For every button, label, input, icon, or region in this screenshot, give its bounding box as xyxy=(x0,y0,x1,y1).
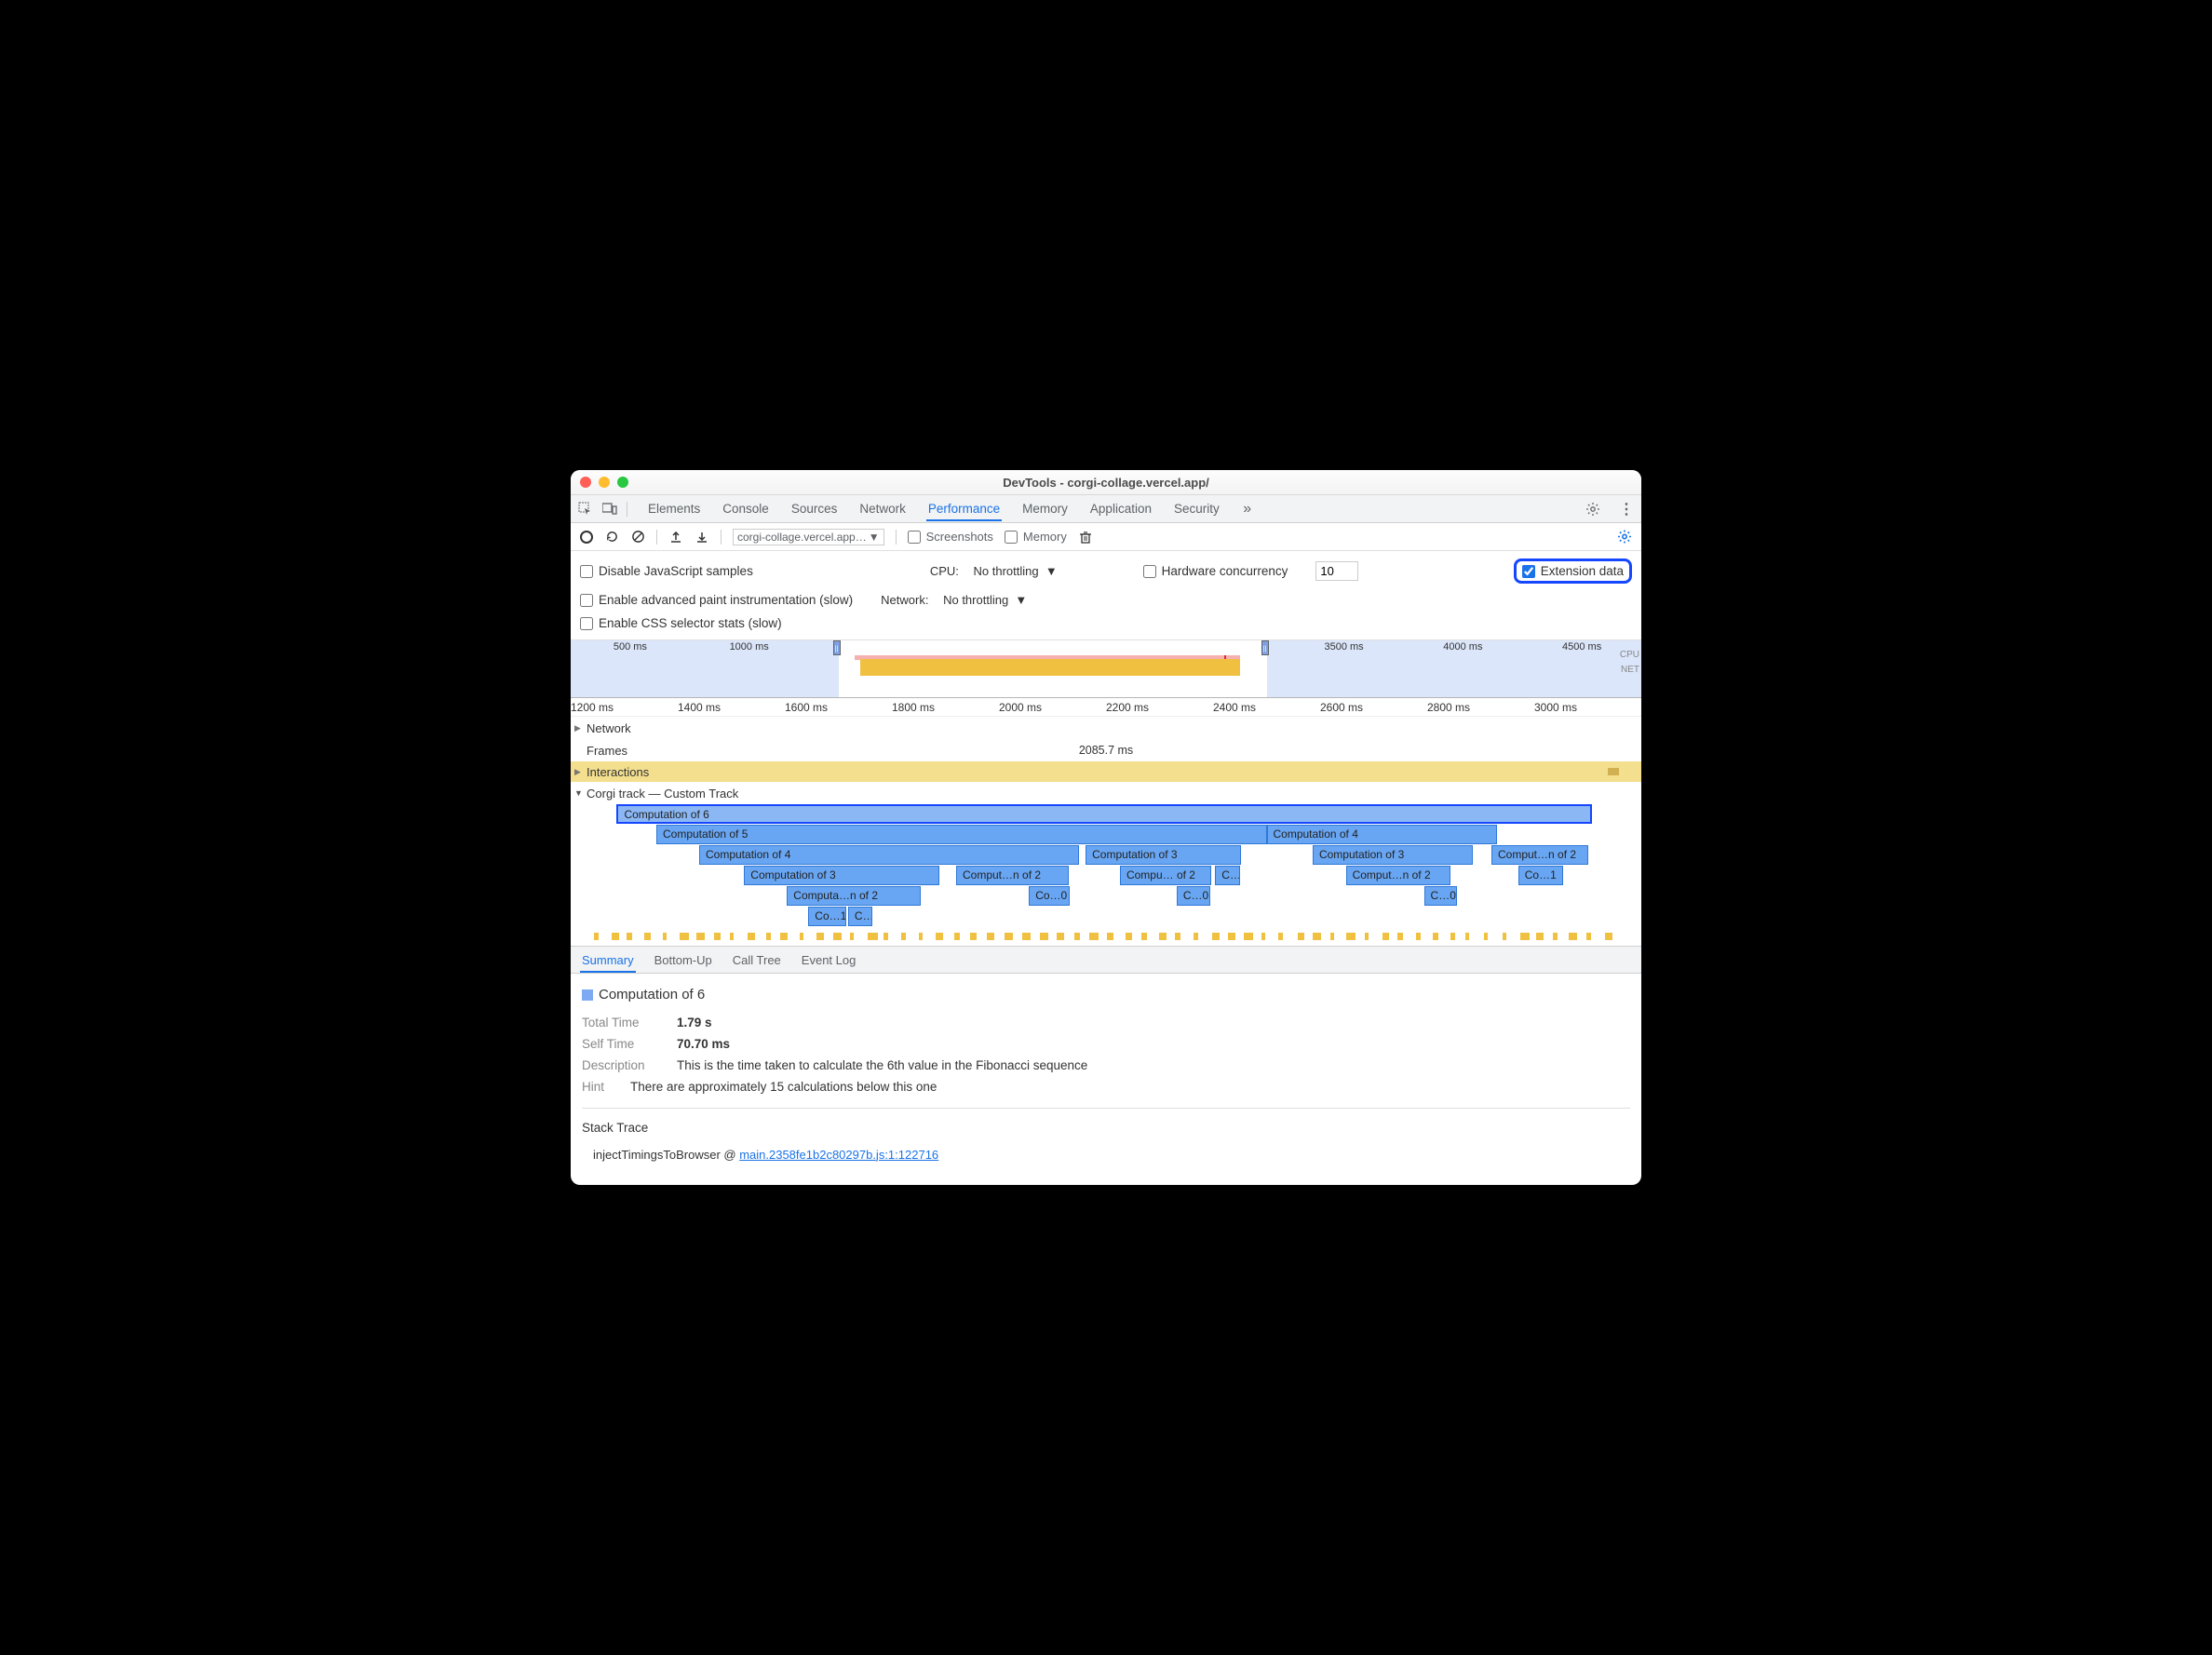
tab-performance[interactable]: Performance xyxy=(926,496,1002,521)
inspect-icon[interactable] xyxy=(578,502,593,517)
flame-entry[interactable]: Co…0 xyxy=(1029,886,1070,906)
tab-elements[interactable]: Elements xyxy=(646,496,702,521)
flame-entry[interactable]: Co…1 xyxy=(1518,866,1563,885)
download-icon[interactable] xyxy=(695,530,709,545)
tab-bottom-up[interactable]: Bottom-Up xyxy=(653,948,714,973)
tab-event-log[interactable]: Event Log xyxy=(800,948,858,973)
details-title-row: Computation of 6 xyxy=(582,983,1630,1007)
overview-side-labels: CPU NET xyxy=(1620,648,1639,678)
stack-trace-entry: injectTimingsToBrowser @ main.2358fe1b2c… xyxy=(593,1145,1630,1166)
devtools-window: DevTools - corgi-collage.vercel.app/ Ele… xyxy=(571,470,1641,1184)
flame-entry[interactable]: Computation of 4 xyxy=(699,845,1079,865)
flame-chart[interactable]: Computation of 6Computation of 5Computat… xyxy=(571,804,1641,946)
gc-icon[interactable] xyxy=(1078,530,1093,545)
kebab-menu-icon[interactable]: ⋮ xyxy=(1619,502,1634,517)
tab-network[interactable]: Network xyxy=(857,496,908,521)
flame-entry[interactable]: C… xyxy=(848,907,872,926)
frames-track[interactable]: Frames 2085.7 ms xyxy=(571,739,1641,761)
overview-handle-right[interactable] xyxy=(1261,640,1269,655)
details-title: Computation of 6 xyxy=(599,987,705,1002)
recording-select[interactable]: corgi-collage.vercel.app…▼ xyxy=(733,529,884,545)
window-title: DevTools - corgi-collage.vercel.app/ xyxy=(571,476,1641,490)
overview-activity-main xyxy=(860,659,1240,676)
performance-toolbar: corgi-collage.vercel.app…▼ Screenshots M… xyxy=(571,523,1641,551)
tab-sources[interactable]: Sources xyxy=(789,496,840,521)
flame-entry[interactable]: Computa…n of 2 xyxy=(787,886,921,906)
tracks-area: ▶Network Frames 2085.7 ms ▶Interactions … xyxy=(571,717,1641,946)
summary-details: Computation of 6 Total Time1.79 s Self T… xyxy=(571,974,1641,1184)
settings-gear-icon[interactable] xyxy=(1585,502,1600,517)
custom-track-header[interactable]: ▼Corgi track — Custom Track xyxy=(571,782,1641,804)
flame-entry[interactable]: Computation of 4 xyxy=(1267,825,1497,844)
flame-entry[interactable]: Compu… of 2 xyxy=(1120,866,1211,885)
tab-summary[interactable]: Summary xyxy=(580,948,636,973)
details-tabs: Summary Bottom-Up Call Tree Event Log xyxy=(571,946,1641,974)
hint: There are approximately 15 calculations … xyxy=(630,1077,937,1098)
flame-entry[interactable]: C…0 xyxy=(1177,886,1210,906)
css-stats-checkbox[interactable]: Enable CSS selector stats (slow) xyxy=(580,616,782,630)
device-icon[interactable] xyxy=(602,502,617,517)
more-tabs-icon[interactable]: » xyxy=(1240,502,1255,517)
total-time: 1.79 s xyxy=(677,1013,712,1034)
stack-trace-title: Stack Trace xyxy=(582,1118,1630,1139)
cpu-throttle[interactable]: CPU: No throttling ▼ xyxy=(930,564,1058,578)
description: This is the time taken to calculate the … xyxy=(677,1056,1087,1077)
network-throttle[interactable]: Network: No throttling ▼ xyxy=(881,593,1027,607)
extension-data-checkbox[interactable]: Extension data xyxy=(1514,558,1632,584)
hw-concurrency[interactable]: Hardware concurrency xyxy=(1143,564,1288,578)
record-button[interactable] xyxy=(580,531,593,544)
frames-duration: 2085.7 ms xyxy=(1079,744,1133,757)
flame-entry[interactable]: Computation of 3 xyxy=(1313,845,1474,865)
flame-entry[interactable]: Co…1 xyxy=(808,907,845,926)
capture-settings: Disable JavaScript samples CPU: No throt… xyxy=(571,551,1641,640)
panel-tabs: Elements Console Sources Network Perform… xyxy=(571,495,1641,523)
overview-handle-left[interactable] xyxy=(833,640,841,655)
interactions-track[interactable]: ▶Interactions xyxy=(571,761,1641,782)
reload-icon[interactable] xyxy=(604,530,619,545)
adv-paint-checkbox[interactable]: Enable advanced paint instrumentation (s… xyxy=(580,593,853,607)
flame-entry[interactable]: Comput…n of 2 xyxy=(1491,845,1588,865)
recording-url: corgi-collage.vercel.app… xyxy=(737,531,867,544)
color-swatch xyxy=(582,989,593,1001)
flame-entry[interactable]: C… xyxy=(1215,866,1239,885)
disable-js-checkbox[interactable]: Disable JavaScript samples xyxy=(580,564,753,578)
flame-entry[interactable]: Computation of 3 xyxy=(744,866,938,885)
ruler[interactable]: 1200 ms1400 ms1600 ms1800 ms2000 ms2200 … xyxy=(571,698,1641,717)
flame-entry[interactable]: Computation of 3 xyxy=(1086,845,1241,865)
clear-icon[interactable] xyxy=(630,530,645,545)
upload-icon[interactable] xyxy=(668,530,683,545)
tab-call-tree[interactable]: Call Tree xyxy=(731,948,783,973)
window-titlebar: DevTools - corgi-collage.vercel.app/ xyxy=(571,470,1641,495)
hw-concurrency-input[interactable] xyxy=(1315,561,1358,581)
flame-entry[interactable]: Comput…n of 2 xyxy=(1346,866,1451,885)
tab-memory[interactable]: Memory xyxy=(1020,496,1070,521)
memory-checkbox[interactable]: Memory xyxy=(1005,530,1067,544)
stack-link[interactable]: main.2358fe1b2c80297b.js:1:122716 xyxy=(739,1148,938,1162)
interactions-marker xyxy=(1608,768,1619,775)
capture-settings-icon[interactable] xyxy=(1617,530,1632,545)
timeline-overview[interactable]: 500 ms1000 ms1500 ms2000 ms2500 ms3000 m… xyxy=(571,640,1641,698)
flame-entry[interactable]: Computation of 6 xyxy=(616,804,1592,824)
flame-entry[interactable]: Computation of 5 xyxy=(656,825,1267,844)
tab-console[interactable]: Console xyxy=(721,496,771,521)
network-track[interactable]: ▶Network xyxy=(571,717,1641,739)
flame-entry[interactable]: C…0 xyxy=(1424,886,1458,906)
screenshots-checkbox[interactable]: Screenshots xyxy=(908,530,993,544)
self-time: 70.70 ms xyxy=(677,1034,730,1056)
tab-application[interactable]: Application xyxy=(1088,496,1153,521)
overview-marker xyxy=(1224,655,1226,659)
tab-security[interactable]: Security xyxy=(1172,496,1221,521)
flame-entry[interactable]: Comput…n of 2 xyxy=(956,866,1069,885)
